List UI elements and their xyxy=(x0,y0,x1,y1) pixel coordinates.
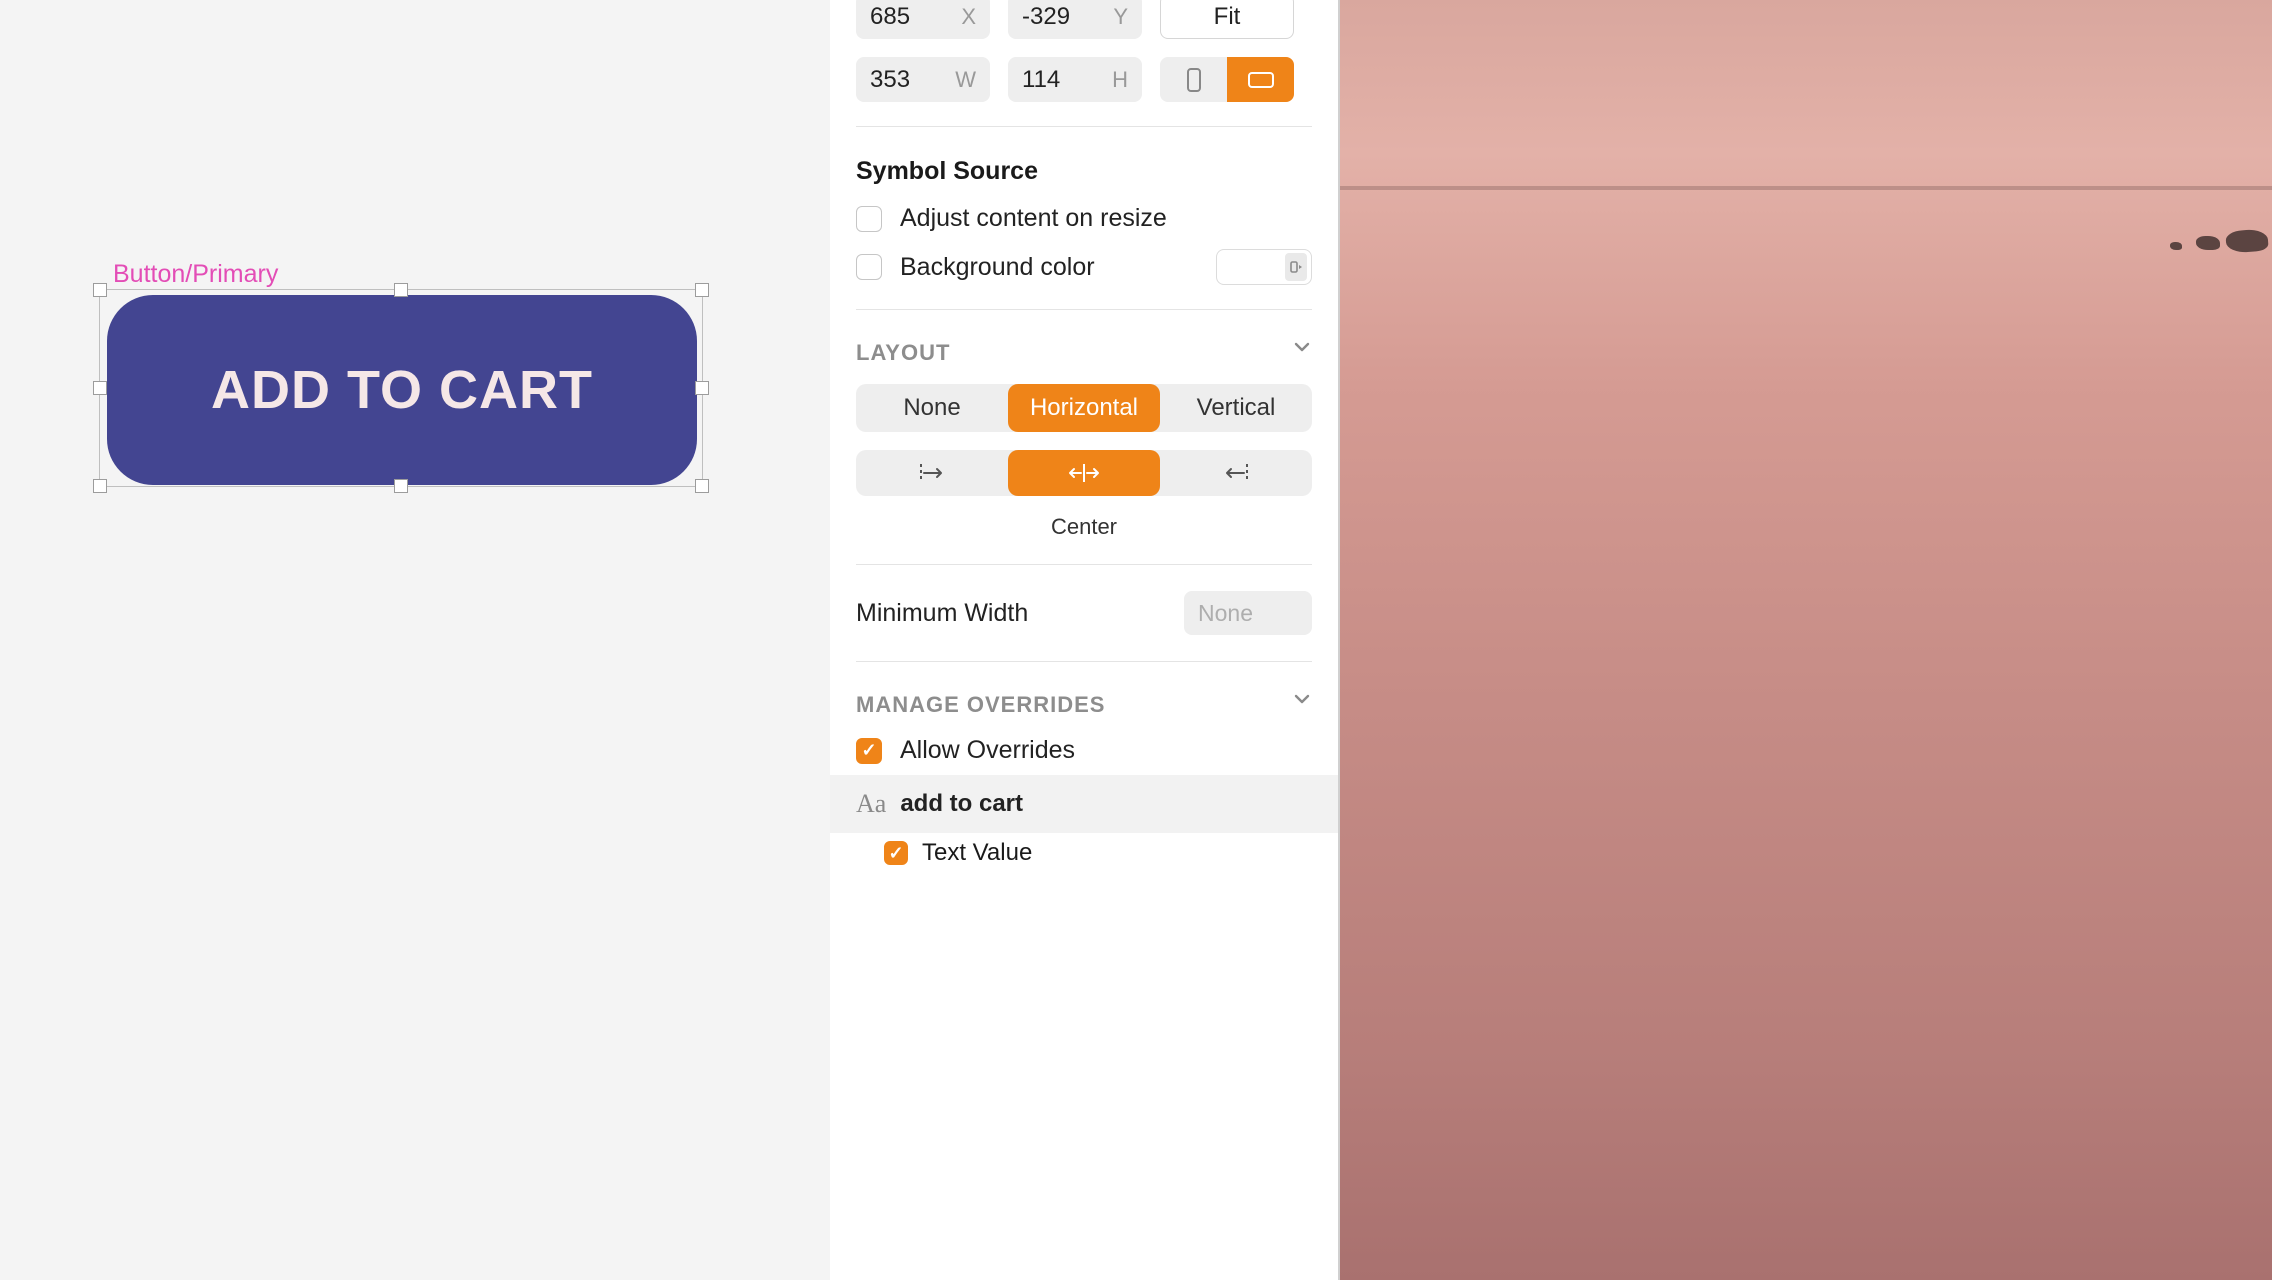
resize-handle-top-left[interactable] xyxy=(93,283,107,297)
override-child-text-value[interactable]: Text Value xyxy=(856,833,1312,867)
background-color-swatch[interactable] xyxy=(1216,249,1312,285)
y-position-input[interactable]: -329 Y xyxy=(1008,0,1142,39)
min-width-placeholder: None xyxy=(1198,600,1253,627)
override-item-label: add to cart xyxy=(900,790,1023,818)
y-value: -329 xyxy=(1022,3,1070,31)
resize-handle-middle-left[interactable] xyxy=(93,381,107,395)
resize-handle-bottom-right[interactable] xyxy=(695,479,709,493)
background-color-label: Background color xyxy=(900,253,1095,282)
orientation-landscape-button[interactable] xyxy=(1227,57,1294,102)
layout-horizontal-button[interactable]: Horizontal xyxy=(1008,384,1160,432)
resize-handle-bottom-middle[interactable] xyxy=(394,479,408,493)
allow-overrides-label: Allow Overrides xyxy=(900,736,1075,765)
overrides-section-title: MANAGE OVERRIDES xyxy=(856,692,1105,718)
min-width-label: Minimum Width xyxy=(856,599,1028,628)
layout-align-label: Center xyxy=(856,514,1312,540)
y-label: Y xyxy=(1113,4,1128,30)
inspector-panel: 685 X -329 Y Fit 353 W 114 H xyxy=(830,0,1340,1280)
color-popover-icon xyxy=(1285,253,1307,281)
width-input[interactable]: 353 W xyxy=(856,57,990,102)
w-value: 353 xyxy=(870,66,910,94)
layout-direction-segmented: None Horizontal Vertical xyxy=(856,384,1312,432)
symbol-source-title: Symbol Source xyxy=(856,157,1312,186)
align-center-icon xyxy=(1067,462,1101,484)
wallpaper-rock xyxy=(2196,236,2220,250)
height-input[interactable]: 114 H xyxy=(1008,57,1142,102)
override-child-label: Text Value xyxy=(922,839,1032,867)
layout-vertical-button[interactable]: Vertical xyxy=(1160,384,1312,432)
override-item-add-to-cart[interactable]: Aa add to cart xyxy=(830,775,1338,833)
background-color-checkbox[interactable] xyxy=(856,254,882,280)
x-value: 685 xyxy=(870,3,910,31)
x-label: X xyxy=(961,4,976,30)
layout-align-left-button[interactable] xyxy=(856,450,1008,496)
adjust-content-checkbox[interactable] xyxy=(856,206,882,232)
artboard-name-label[interactable]: Button/Primary xyxy=(113,260,278,289)
fit-label: Fit xyxy=(1214,3,1241,31)
layout-collapse-toggle[interactable] xyxy=(1292,337,1312,357)
min-width-input[interactable]: None xyxy=(1184,591,1312,635)
text-layer-icon: Aa xyxy=(856,789,886,819)
layout-align-center-button[interactable] xyxy=(1008,450,1160,496)
landscape-icon xyxy=(1248,72,1274,88)
portrait-icon xyxy=(1187,68,1201,92)
resize-handle-top-right[interactable] xyxy=(695,283,709,297)
align-right-icon xyxy=(1221,462,1251,484)
fit-button[interactable]: Fit xyxy=(1160,0,1294,39)
x-position-input[interactable]: 685 X xyxy=(856,0,990,39)
layout-align-segmented xyxy=(856,450,1312,496)
overrides-collapse-toggle[interactable] xyxy=(1292,689,1312,709)
orientation-toggle xyxy=(1160,57,1294,102)
wallpaper-rock xyxy=(2170,242,2182,250)
h-label: H xyxy=(1112,67,1128,93)
adjust-content-label: Adjust content on resize xyxy=(900,204,1167,233)
desktop-wallpaper xyxy=(1340,0,2272,1280)
workspace: Button/Primary ADD TO CART 685 X -32 xyxy=(0,0,2272,1280)
layout-none-button[interactable]: None xyxy=(856,384,1008,432)
override-text-value-checkbox[interactable] xyxy=(884,841,908,865)
design-canvas[interactable]: Button/Primary ADD TO CART xyxy=(0,0,830,1280)
layout-section-title: LAYOUT xyxy=(856,340,950,366)
layout-align-right-button[interactable] xyxy=(1160,450,1312,496)
resize-handle-top-middle[interactable] xyxy=(394,283,408,297)
allow-overrides-checkbox[interactable] xyxy=(856,738,882,764)
wallpaper-rock xyxy=(2225,229,2268,254)
wallpaper-horizon xyxy=(1340,186,2272,190)
resize-handle-middle-right[interactable] xyxy=(695,381,709,395)
orientation-portrait-button[interactable] xyxy=(1160,57,1227,102)
selection-bounds[interactable] xyxy=(99,289,703,487)
h-value: 114 xyxy=(1022,66,1060,94)
align-left-icon xyxy=(917,462,947,484)
resize-handle-bottom-left[interactable] xyxy=(93,479,107,493)
w-label: W xyxy=(955,67,976,93)
